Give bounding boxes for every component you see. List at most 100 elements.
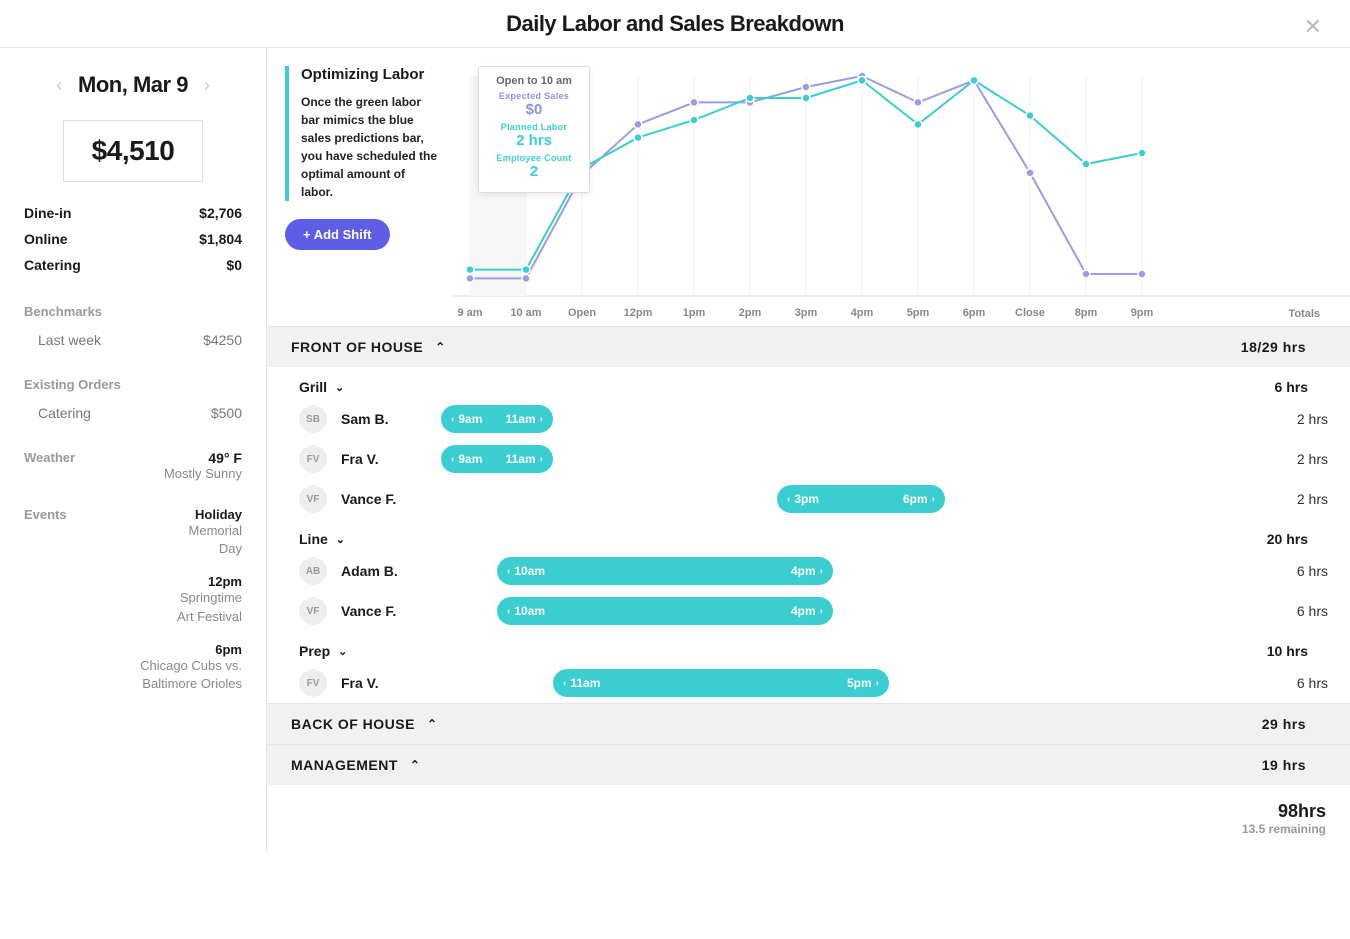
shift-hrs: 2 hrs [1248,491,1328,507]
chevron-right-icon: › [540,454,543,465]
shift-bar[interactable]: ‹11am 5pm› [553,669,889,697]
employee-name: Sam B. [341,411,441,427]
svg-text:Open: Open [568,307,596,319]
shift-start[interactable]: ‹10am [507,564,545,578]
svg-text:12pm: 12pm [624,307,653,319]
tooltip-expected-sales-label: Expected Sales [485,91,583,101]
shift-timeline: ‹3pm 6pm› [441,484,1248,514]
event-desc: MemorialDay [140,522,242,558]
chart-totals-label: Totals [1288,308,1320,320]
role-header[interactable]: Prep⌄10 hrs [267,631,1350,663]
employee-name: Fra V. [341,675,441,691]
employee-name: Fra V. [341,451,441,467]
footer-total-hrs: 98hrs [291,801,1326,822]
chevron-up-icon: ⌃ [435,340,446,354]
shift-end[interactable]: 4pm› [791,604,823,618]
chevron-left-icon: ‹ [451,454,454,465]
shift-row: VF Vance F. ‹3pm 6pm› 2 hrs [267,479,1350,519]
chevron-left-icon[interactable]: ‹ [56,75,62,96]
shift-hrs: 6 hrs [1248,603,1328,619]
close-icon[interactable]: ✕ [1304,14,1322,40]
shift-hrs: 6 hrs [1248,563,1328,579]
event-time: Holiday [140,507,242,522]
shift-end[interactable]: 11am› [506,412,543,426]
chevron-down-icon: ⌄ [336,533,345,546]
tooltip-expected-sales: $0 [485,101,583,118]
role-header[interactable]: Grill⌄6 hrs [267,367,1350,399]
breakdown-value: $1,804 [199,231,242,247]
section-name: MANAGEMENT [291,757,398,773]
role-hrs: 20 hrs [1267,531,1308,547]
section-header[interactable]: MANAGEMENT⌃19 hrs [267,744,1350,785]
svg-text:1pm: 1pm [683,307,706,319]
shift-start[interactable]: ‹9am [451,412,482,426]
event-item: 12pmSpringtimeArt Festival [140,574,242,625]
shift-end[interactable]: 11am› [506,452,543,466]
chevron-right-icon: › [540,414,543,425]
event-desc: SpringtimeArt Festival [140,589,242,625]
benchmark-label: Last week [24,332,101,348]
optimizing-text: Once the green labor bar mimics the blue… [301,93,440,201]
avatar: VF [299,485,327,513]
section-header[interactable]: FRONT OF HOUSE⌃18/29 hrs [267,326,1350,367]
shift-timeline: ‹9am 11am› [441,444,1248,474]
page-title: Daily Labor and Sales Breakdown [506,11,844,37]
shift-row: AB Adam B. ‹10am 4pm› 6 hrs [267,551,1350,591]
shift-start[interactable]: ‹10am [507,604,545,618]
employee-name: Vance F. [341,491,441,507]
chevron-left-icon: ‹ [451,414,454,425]
shift-bar[interactable]: ‹9am 11am› [441,405,553,433]
section-hrs: 29 hrs [1262,716,1306,732]
role-hrs: 6 hrs [1275,379,1308,395]
optimizing-panel: Optimizing Labor Once the green labor ba… [285,66,440,201]
shift-start[interactable]: ‹3pm [787,492,819,506]
content-area: Optimizing Labor Once the green labor ba… [267,48,1350,852]
shift-end[interactable]: 4pm› [791,564,823,578]
svg-text:6pm: 6pm [963,307,986,319]
svg-text:2pm: 2pm [739,307,762,319]
tooltip-employee-count: 2 [485,163,583,180]
date-nav: ‹ Mon, Mar 9 › [24,72,242,98]
shift-bar[interactable]: ‹10am 4pm› [497,597,833,625]
chevron-up-icon: ⌃ [410,758,421,772]
shift-timeline: ‹9am 11am› [441,404,1248,434]
shift-bar[interactable]: ‹10am 4pm› [497,557,833,585]
shift-bar[interactable]: ‹9am 11am› [441,445,553,473]
chevron-right-icon: › [820,606,823,617]
shift-start[interactable]: ‹11am [563,676,600,690]
svg-text:9pm: 9pm [1131,307,1154,319]
avatar: SB [299,405,327,433]
event-time: 12pm [140,574,242,589]
tooltip-header: Open to 10 am [485,75,583,87]
breakdown-row: Dine-in$2,706 [24,200,242,226]
section-header[interactable]: BACK OF HOUSE⌃29 hrs [267,703,1350,744]
shift-row: SB Sam B. ‹9am 11am› 2 hrs [267,399,1350,439]
chevron-right-icon: › [932,494,935,505]
employee-name: Vance F. [341,603,441,619]
breakdown-label: Catering [24,257,81,273]
shift-row: FV Fra V. ‹9am 11am› 2 hrs [267,439,1350,479]
total-sales: $4,510 [63,120,204,182]
svg-text:9 am: 9 am [457,307,482,319]
chevron-down-icon: ⌄ [335,381,344,394]
role-header[interactable]: Line ⌄ 20 hrs [267,519,1350,551]
avatar: VF [299,597,327,625]
chart-tooltip: Open to 10 am Expected Sales $0 Planned … [478,66,590,193]
chevron-right-icon[interactable]: › [204,75,210,96]
shift-start[interactable]: ‹9am [451,452,482,466]
shift-end[interactable]: 6pm› [903,492,935,506]
weather-desc: Mostly Sunny [164,466,242,481]
chart: Open to 10 am Expected Sales $0 Planned … [450,66,1350,326]
chevron-up-icon: ⌃ [427,717,438,731]
existing-orders-label: Existing Orders [24,377,242,392]
shift-bar[interactable]: ‹3pm 6pm› [777,485,945,513]
breakdown-label: Dine-in [24,205,71,221]
shift-end[interactable]: 5pm› [847,676,879,690]
tooltip-planned-labor: 2 hrs [485,132,583,149]
chevron-right-icon: › [876,678,879,689]
role-name: Line [299,531,328,547]
chevron-right-icon: › [820,566,823,577]
shift-timeline: ‹11am 5pm› [441,668,1248,698]
add-shift-button[interactable]: + Add Shift [285,219,390,250]
employee-name: Adam B. [341,563,441,579]
